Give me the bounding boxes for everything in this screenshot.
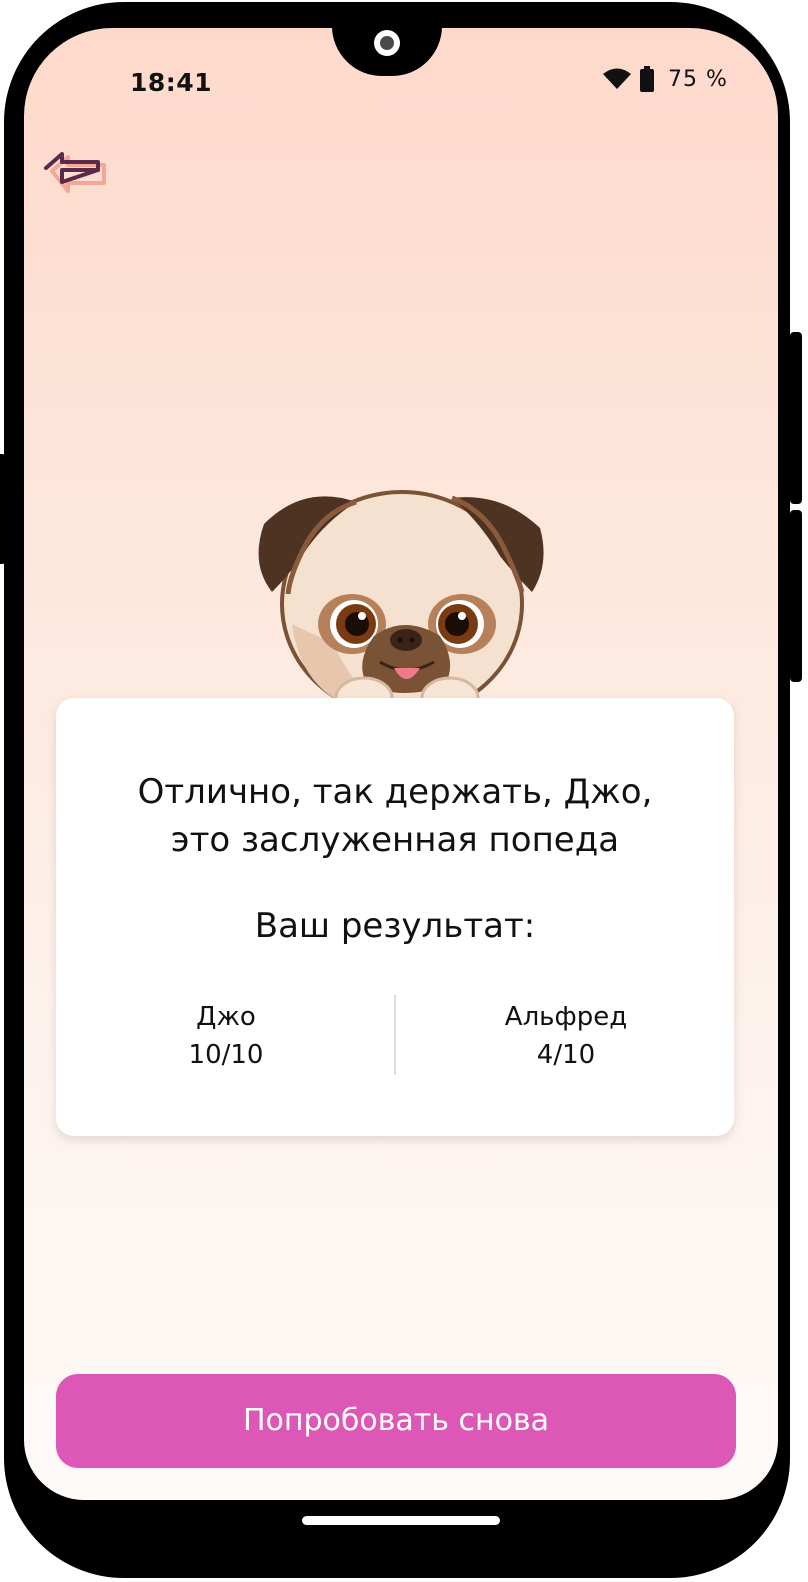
front-camera-icon bbox=[374, 30, 400, 56]
player-score: 4/10 bbox=[536, 1040, 596, 1070]
wifi-icon bbox=[603, 68, 631, 89]
result-message: Отлично, так держать, Джо, это заслуженн… bbox=[56, 768, 734, 864]
back-arrow-icon bbox=[44, 152, 106, 193]
status-bar-right: 75 % bbox=[602, 64, 728, 94]
result-message-line1: Отлично, так держать, Джо, bbox=[137, 772, 653, 812]
retry-button[interactable]: Попробовать снова bbox=[56, 1374, 736, 1468]
player-name: Альфред bbox=[504, 1002, 628, 1032]
camera-notch bbox=[332, 28, 442, 76]
result-card: Отлично, так держать, Джо, это заслуженн… bbox=[56, 698, 734, 1136]
phone-frame: 18:41 75 % Отлично, так держать, Джо, эт… bbox=[4, 2, 790, 1578]
player-score-alfred: Альфред 4/10 bbox=[466, 998, 666, 1074]
score-divider bbox=[394, 995, 396, 1075]
battery-percentage: 75 % bbox=[668, 66, 728, 92]
player-name: Джо bbox=[196, 1002, 256, 1032]
home-indicator[interactable] bbox=[302, 1516, 500, 1525]
app-screen: 18:41 75 % Отлично, так держать, Джо, эт… bbox=[24, 28, 778, 1500]
result-message-line2: это заслуженная попеда bbox=[170, 820, 620, 860]
back-button[interactable] bbox=[42, 148, 108, 194]
battery-icon bbox=[640, 66, 654, 92]
result-title: Ваш результат: bbox=[254, 906, 536, 946]
player-score-joe: Джо 10/10 bbox=[126, 998, 326, 1074]
phone-side-button bbox=[790, 510, 802, 682]
status-time: 18:41 bbox=[130, 68, 213, 97]
pug-illustration bbox=[258, 490, 544, 720]
player-score: 10/10 bbox=[188, 1040, 264, 1070]
phone-power-button bbox=[790, 332, 802, 504]
